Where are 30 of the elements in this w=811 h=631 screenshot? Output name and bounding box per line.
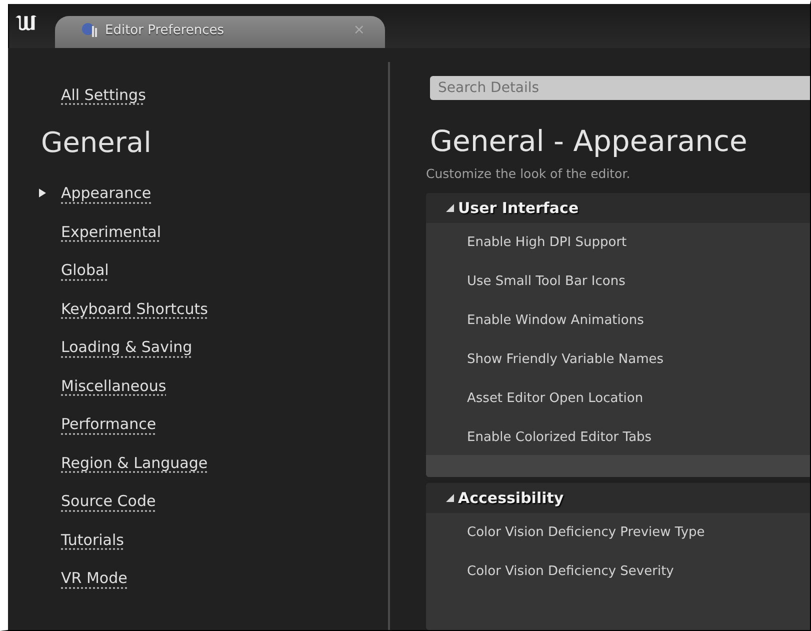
property-label: Show Friendly Variable Names xyxy=(466,351,665,369)
sidebar-link[interactable]: Keyboard Shortcuts xyxy=(61,300,208,318)
sidebar-link[interactable]: Performance xyxy=(61,415,156,434)
sidebar-link[interactable]: Region & Language xyxy=(61,454,208,472)
preferences-icon xyxy=(81,22,97,38)
category-header[interactable]: Accessibility xyxy=(426,483,810,513)
property-label: Enable Colorized Editor Tabs xyxy=(466,429,653,447)
category-header[interactable]: User Interface xyxy=(426,193,810,223)
sidebar-link[interactable]: Miscellaneous xyxy=(61,376,166,395)
expand-triangle-icon xyxy=(446,494,454,502)
category-heading: General xyxy=(41,126,152,161)
sidebar-link[interactable]: Global xyxy=(61,261,109,280)
property-label: Enable High DPI Support xyxy=(466,234,628,252)
property-label: Asset Editor Open Location xyxy=(466,390,644,408)
property-label: Enable Window Animations xyxy=(466,312,645,330)
page-title: General - Appearance xyxy=(430,124,748,158)
all-settings-link[interactable]: All Settings xyxy=(61,86,146,104)
property-label: Color Vision Deficiency Severity xyxy=(466,563,675,581)
sidebar-link[interactable]: Experimental xyxy=(61,222,162,241)
property-label: Color Vision Deficiency Preview Type xyxy=(466,524,706,542)
search-field[interactable]: Search Details xyxy=(430,76,810,100)
sidebar-link[interactable]: Source Code xyxy=(61,492,156,510)
page-description: Customize the look of the editor. xyxy=(426,166,632,181)
property-label: Use Small Tool Bar Icons xyxy=(466,273,626,291)
sidebar-link[interactable]: VR Mode xyxy=(61,569,128,588)
sidebar-link[interactable]: Loading & Saving xyxy=(61,338,192,356)
sidebar-link[interactable]: Tutorials xyxy=(61,530,124,549)
expand-triangle-icon xyxy=(446,204,454,212)
sidebar-link[interactable]: Appearance xyxy=(61,184,152,202)
tab-title: Editor Preferences xyxy=(105,22,226,38)
